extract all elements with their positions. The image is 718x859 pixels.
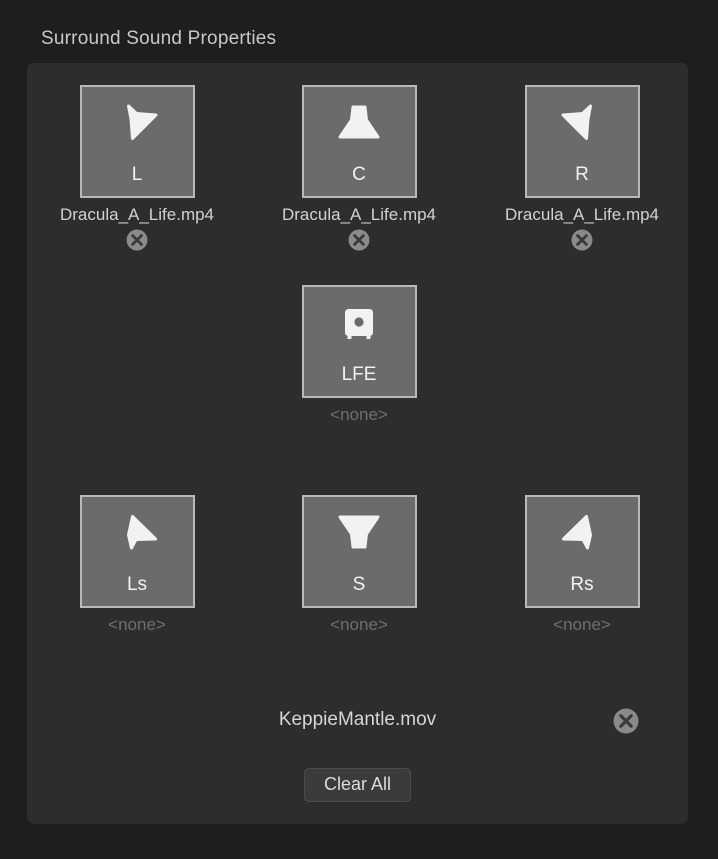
channel-tile-right-surround[interactable]: Rs (524, 495, 640, 608)
speaker-cone-up-right-icon (82, 506, 193, 568)
surround-sound-panel: L Dracula_A_Life.mp4 C Dracula_A_Life.mp… (27, 63, 688, 824)
source-file-name: KeppieMantle.mov (278, 709, 437, 730)
channel-slot-left[interactable]: L Dracula_A_Life.mp4 (57, 85, 217, 251)
speaker-cone-down-left-icon (527, 96, 638, 158)
channel-slot-lfe[interactable]: LFE <none> (279, 285, 439, 425)
page-title: Surround Sound Properties (41, 28, 277, 49)
channel-label-left: L (131, 164, 143, 185)
remove-circle-icon[interactable] (126, 229, 148, 251)
speaker-cone-down-right-icon (82, 96, 193, 158)
channel-tile-right[interactable]: R (524, 85, 640, 198)
channel-slot-left-surround[interactable]: Ls <none> (57, 495, 217, 635)
remove-circle-icon[interactable] (348, 229, 370, 251)
channel-slot-right-surround[interactable]: Rs <none> (502, 495, 662, 635)
remove-circle-icon[interactable] (571, 229, 593, 251)
channel-filename-lfe: <none> (330, 405, 388, 424)
channel-tile-lfe[interactable]: LFE (301, 285, 417, 398)
channel-filename-surround: <none> (330, 615, 388, 634)
subwoofer-icon (304, 296, 415, 358)
channel-filename-center: Dracula_A_Life.mp4 (281, 205, 437, 224)
source-file-row: KeppieMantle.mov (27, 708, 688, 738)
channel-filename-left: Dracula_A_Life.mp4 (59, 205, 215, 224)
channel-tile-center[interactable]: C (301, 85, 417, 198)
channel-tile-left[interactable]: L (79, 85, 195, 198)
channel-tile-left-surround[interactable]: Ls (79, 495, 195, 608)
channel-slot-center[interactable]: C Dracula_A_Life.mp4 (279, 85, 439, 251)
channel-label-surround: S (352, 574, 366, 595)
channel-filename-left-surround: <none> (108, 615, 166, 634)
speaker-cone-up-left-icon (527, 506, 638, 568)
channel-grid: L Dracula_A_Life.mp4 C Dracula_A_Life.mp… (27, 63, 688, 663)
channel-label-center: C (352, 164, 366, 185)
clear-all-row: Clear All (27, 768, 688, 802)
channel-slot-right[interactable]: R Dracula_A_Life.mp4 (502, 85, 662, 251)
remove-circle-icon[interactable] (613, 708, 639, 734)
channel-label-right: R (575, 164, 589, 185)
speaker-cone-up-icon (304, 506, 415, 568)
speaker-cone-down-icon (304, 96, 415, 158)
channel-label-left-surround: Ls (126, 574, 148, 595)
channel-slot-surround[interactable]: S <none> (279, 495, 439, 635)
channel-filename-right: Dracula_A_Life.mp4 (504, 205, 660, 224)
clear-all-button[interactable]: Clear All (303, 768, 412, 802)
channel-filename-right-surround: <none> (553, 615, 611, 634)
channel-label-lfe: LFE (341, 364, 377, 385)
channel-label-right-surround: Rs (570, 574, 594, 595)
channel-tile-surround[interactable]: S (301, 495, 417, 608)
